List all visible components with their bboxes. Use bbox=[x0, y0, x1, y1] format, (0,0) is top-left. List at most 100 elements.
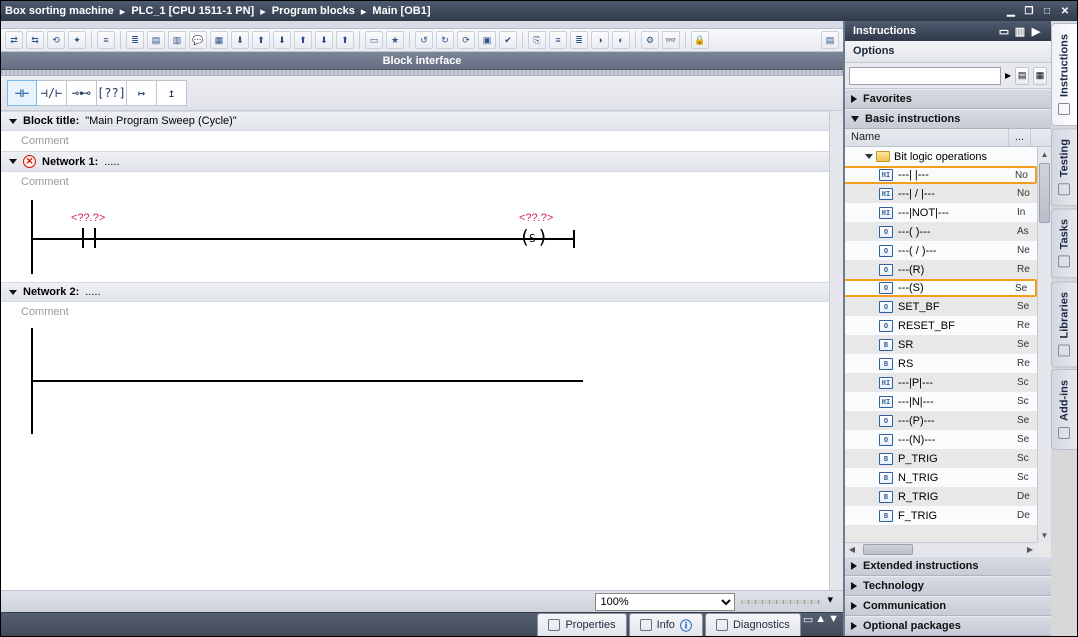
block-comment[interactable]: Comment bbox=[1, 131, 829, 151]
network-2-rung[interactable] bbox=[1, 322, 829, 452]
breadcrumb[interactable]: Box sorting machine ▸ PLC_1 [CPU 1511-1 … bbox=[5, 5, 430, 18]
no-contact[interactable] bbox=[79, 228, 99, 248]
section-technology[interactable]: Technology bbox=[845, 576, 1051, 596]
panel-view-icon[interactable]: ▥ bbox=[1013, 24, 1027, 38]
tb-btn[interactable]: ⚙ bbox=[641, 31, 659, 49]
tab-info[interactable]: Info ⓘ bbox=[629, 613, 703, 636]
block-title-header[interactable]: Block title: "Main Program Sweep (Cycle)… bbox=[1, 111, 829, 131]
tb-btn[interactable]: 👓 bbox=[662, 31, 680, 49]
tree-v-scroll[interactable]: ▲ ▼ bbox=[1037, 147, 1051, 542]
tb-btn[interactable]: ▣ bbox=[478, 31, 496, 49]
tb-btn[interactable]: ✦ bbox=[68, 31, 86, 49]
crumb-0[interactable]: Box sorting machine bbox=[5, 5, 114, 17]
tb-btn[interactable]: ↻ bbox=[436, 31, 454, 49]
lad-branch-close[interactable]: ↥ bbox=[157, 80, 187, 106]
coil-tag[interactable]: <??.?> bbox=[519, 212, 553, 224]
tb-btn[interactable]: ▥ bbox=[168, 31, 186, 49]
tb-btn[interactable]: ◐ bbox=[612, 31, 630, 49]
lad-box[interactable]: [??] bbox=[97, 80, 127, 106]
panel-collapse-icon[interactable]: ▶ bbox=[1029, 24, 1043, 38]
tb-btn[interactable]: ⇆ bbox=[26, 31, 44, 49]
tree-item[interactable]: BN_TRIGSc bbox=[845, 468, 1037, 487]
contact-tag[interactable]: <??.?> bbox=[71, 212, 105, 224]
tree-item[interactable]: O---(P)---Se bbox=[845, 411, 1037, 430]
lad-coil[interactable]: ⊸⊷ bbox=[67, 80, 97, 106]
tb-btn[interactable]: 💬 bbox=[189, 31, 207, 49]
tree-item[interactable]: HI---| |---No bbox=[845, 166, 1037, 184]
tree-item[interactable]: BF_TRIGDe bbox=[845, 506, 1037, 525]
search-input[interactable] bbox=[849, 67, 1001, 85]
collapse-icon[interactable] bbox=[9, 119, 17, 124]
lad-contact-nc[interactable]: ⊣/⊢ bbox=[37, 80, 67, 106]
network-2-header[interactable]: Network 2: ..... bbox=[1, 282, 829, 302]
tree-item[interactable]: BP_TRIGSc bbox=[845, 449, 1037, 468]
col-name[interactable]: Name bbox=[845, 129, 1009, 146]
tree-item[interactable]: O---(N)---Se bbox=[845, 430, 1037, 449]
set-coil[interactable]: ( S ) bbox=[521, 228, 545, 250]
tb-btn[interactable]: ⬆ bbox=[294, 31, 312, 49]
vtab-testing[interactable]: Testing bbox=[1051, 128, 1077, 206]
section-basic[interactable]: Basic instructions bbox=[845, 109, 1051, 129]
tb-btn[interactable]: ⟲ bbox=[47, 31, 65, 49]
lad-branch-open[interactable]: ↦ bbox=[127, 80, 157, 106]
tb-btn[interactable]: ⟳ bbox=[457, 31, 475, 49]
view-grid-icon[interactable]: ▦ bbox=[1033, 67, 1047, 85]
tree-item[interactable]: BSRSe bbox=[845, 335, 1037, 354]
tb-btn[interactable]: ⬆ bbox=[336, 31, 354, 49]
tree-item[interactable]: BRSRe bbox=[845, 354, 1037, 373]
tb-btn[interactable]: ⇄ bbox=[5, 31, 23, 49]
tb-btn[interactable]: ◑ bbox=[591, 31, 609, 49]
scroll-down-icon[interactable]: ▼ bbox=[1038, 528, 1051, 542]
maximize-button[interactable]: □ bbox=[1039, 4, 1055, 18]
options-header[interactable]: Options bbox=[845, 41, 1051, 63]
tree-item[interactable]: HI---|NOT|---In bbox=[845, 203, 1037, 222]
section-favorites[interactable]: Favorites bbox=[845, 89, 1051, 109]
close-button[interactable]: ✕ bbox=[1057, 4, 1073, 18]
minimize-button[interactable]: ▁ bbox=[1003, 4, 1019, 18]
vtab-tasks[interactable]: Tasks bbox=[1051, 208, 1077, 278]
tree-item[interactable]: HI---|N|---Sc bbox=[845, 392, 1037, 411]
restore-button[interactable]: ❐ bbox=[1021, 4, 1037, 18]
crumb-2[interactable]: Program blocks bbox=[272, 5, 355, 17]
tb-btn[interactable]: ≡ bbox=[97, 31, 115, 49]
tb-btn[interactable]: ≣ bbox=[570, 31, 588, 49]
tb-btn[interactable]: ✔ bbox=[499, 31, 517, 49]
tree-item[interactable]: HI---| / |---No bbox=[845, 184, 1037, 203]
vtab-addins[interactable]: Add-ins bbox=[1051, 369, 1077, 450]
scroll-right-icon[interactable]: ▶ bbox=[1023, 543, 1037, 556]
tree-h-scroll[interactable]: ◀ ▶ bbox=[845, 542, 1037, 556]
tab-properties[interactable]: Properties bbox=[537, 613, 626, 636]
network-2-comment[interactable]: Comment bbox=[1, 302, 829, 322]
block-interface-header[interactable]: Block interface bbox=[1, 52, 843, 70]
scroll-thumb[interactable] bbox=[863, 544, 913, 555]
scroll-left-icon[interactable]: ◀ bbox=[845, 543, 859, 556]
tb-btn[interactable]: ⬇ bbox=[315, 31, 333, 49]
crumb-1[interactable]: PLC_1 [CPU 1511-1 PN] bbox=[131, 5, 254, 17]
tb-btn[interactable]: ▤ bbox=[821, 31, 839, 49]
tree-item[interactable]: ORESET_BFRe bbox=[845, 316, 1037, 335]
tb-btn[interactable]: ⬇ bbox=[231, 31, 249, 49]
tb-btn[interactable]: ↺ bbox=[415, 31, 433, 49]
section-optional[interactable]: Optional packages bbox=[845, 616, 1051, 636]
zoom-select[interactable]: 100% bbox=[595, 593, 735, 611]
panel-down[interactable]: ▼ bbox=[828, 613, 839, 636]
collapse-icon[interactable] bbox=[9, 159, 17, 164]
vtab-instructions[interactable]: Instructions bbox=[1051, 23, 1077, 126]
panel-max[interactable]: ▲ bbox=[815, 613, 826, 636]
lad-contact-no[interactable]: ⊣⊢ bbox=[7, 80, 37, 106]
tree-item[interactable]: HI---|P|---Sc bbox=[845, 373, 1037, 392]
tb-btn[interactable]: ≡ bbox=[549, 31, 567, 49]
network-1-comment[interactable]: Comment bbox=[1, 172, 829, 192]
tb-btn[interactable]: ⎘ bbox=[528, 31, 546, 49]
tree-group[interactable]: Bit logic operations bbox=[845, 147, 1037, 166]
scroll-up-icon[interactable]: ▲ bbox=[1038, 147, 1051, 161]
crumb-3[interactable]: Main [OB1] bbox=[372, 5, 430, 17]
network-1-header[interactable]: ✕ Network 1: ..... bbox=[1, 151, 829, 172]
collapse-icon[interactable] bbox=[9, 290, 17, 295]
tb-btn[interactable]: 🔒 bbox=[691, 31, 709, 49]
editor-scrollbar[interactable] bbox=[829, 111, 843, 590]
collapse-icon[interactable] bbox=[865, 154, 873, 159]
tree-item[interactable]: BR_TRIGDe bbox=[845, 487, 1037, 506]
tree-item[interactable]: O---( )---As bbox=[845, 222, 1037, 241]
col-dots[interactable]: ... bbox=[1009, 129, 1031, 146]
